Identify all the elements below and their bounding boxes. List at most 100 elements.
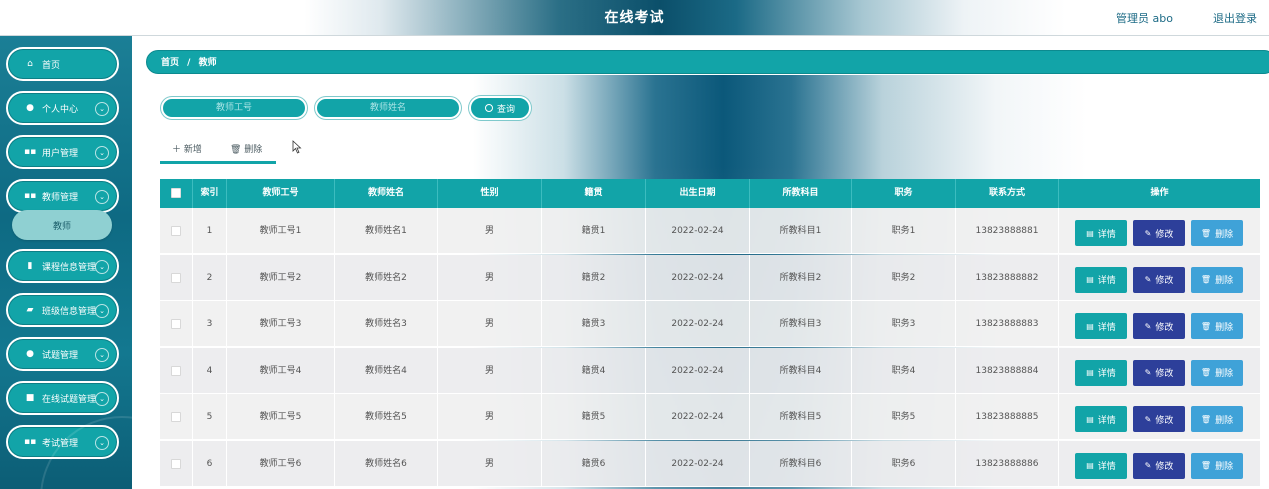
grid-icon: ▪▪ [24,191,37,201]
table-row: 2 教师工号2 教师姓名2 男 籍贯2 2022-02-24 所教科目2 职务2… [160,254,1260,301]
breadcrumb: 首页 / 教师 [146,50,1269,74]
cell-position: 职务1 [852,208,956,254]
cell-gender: 男 [438,208,542,254]
column-header: 操作 [1150,188,1169,198]
cell-hometown: 籍贯6 [542,440,646,487]
trash-icon: 🗑 [1200,321,1212,331]
detail-button[interactable]: ▤ 详情 [1075,220,1127,246]
row-checkbox[interactable] [171,319,181,329]
delete-button[interactable]: 🗑 删除 [1191,313,1243,339]
sidebar-item-label: 课程信息管理 [42,262,97,273]
detail-button[interactable]: ▤ 详情 [1075,452,1127,479]
clipboard-icon: ▮ [27,261,33,271]
row-checkbox[interactable] [171,458,181,469]
cell-birth-date: 2022-02-24 [646,301,750,347]
document-icon: ▤ [1086,228,1094,238]
edit-button-label: 修改 [1155,369,1174,379]
detail-button-label: 详情 [1097,369,1116,379]
sidebar-item-label: 班级信息管理 [42,306,97,317]
detail-button[interactable]: ▤ 详情 [1075,266,1127,293]
cell-phone: 13823888885 [956,394,1059,440]
cell-teacher-name: 教师姓名3 [335,301,438,347]
edit-button[interactable]: ✎ 修改 [1133,220,1185,246]
chevron-down-icon: ⌄ [95,102,109,116]
thumb-icon: ▰ [26,305,34,315]
app-title: 在线考试 [604,10,665,26]
cell-teacher-id: 教师工号2 [227,254,335,301]
sidebar-item-exams[interactable]: ▪▪ 考试管理 ⌄ [6,425,119,459]
column-header: 所教科目 [750,179,852,208]
cell-hometown: 籍贯4 [542,347,646,394]
table-row: 1 教师工号1 教师姓名1 男 籍贯1 2022-02-24 所教科目1 职务1… [160,208,1260,254]
column-header: 性别 [438,179,542,208]
edit-button[interactable]: ✎ 修改 [1133,359,1185,386]
row-checkbox[interactable] [171,412,181,422]
edit-button[interactable]: ✎ 修改 [1133,452,1185,479]
doc-icon: ■ [25,393,35,403]
edit-button[interactable]: ✎ 修改 [1133,313,1185,339]
breadcrumb-home[interactable]: 首页 [161,58,179,68]
detail-button[interactable]: ▤ 详情 [1075,359,1127,386]
cell-phone: 13823888882 [956,254,1059,301]
pencil-icon: ✎ [1144,368,1152,377]
document-icon: ▤ [1086,321,1094,331]
document-icon: ▤ [1086,368,1094,377]
sidebar-item-teachers[interactable]: ▪▪ 教师管理 ⌄ [6,179,119,213]
detail-button[interactable]: ▤ 详情 [1075,313,1127,339]
delete-button[interactable]: 🗑 删除 [1191,220,1243,246]
row-checkbox[interactable] [171,365,181,376]
batch-delete-button[interactable]: 🗑 删除 [230,142,262,155]
detail-button-label: 详情 [1097,415,1116,426]
edit-button[interactable]: ✎ 修改 [1133,266,1185,293]
cell-index: 4 [193,347,227,394]
sidebar-item-online-questions[interactable]: ■ 在线试题管理 ⌄ [6,381,119,415]
cell-gender: 男 [438,301,542,347]
sidebar-item-questions[interactable]: ● 试题管理 ⌄ [6,337,119,371]
home-icon: ⌂ [27,59,33,69]
cell-teacher-name: 教师姓名1 [335,208,438,254]
teacher-name-search-input[interactable] [315,97,461,119]
cell-hometown: 籍贯2 [542,254,646,301]
logout-link[interactable]: 退出登录 [1213,10,1257,26]
sidebar-item-classes[interactable]: ▰ 班级信息管理 ⌄ [6,293,119,327]
edit-button[interactable]: ✎ 修改 [1133,406,1185,432]
detail-button-label: 详情 [1097,229,1116,240]
detail-button[interactable]: ▤ 详情 [1075,406,1127,432]
add-button[interactable]: ＋ 新增 [172,142,202,155]
cell-index: 6 [193,440,227,487]
sidebar-item-courses[interactable]: ▮ 课程信息管理 ⌄ [6,249,119,283]
teacher-id-search-input[interactable] [161,97,307,119]
plus-icon: ＋ [172,145,184,155]
top-header: 在线考试 管理员 abo 退出登录 [0,0,1269,36]
sidebar-subitem-teacher[interactable]: 教师 [12,210,112,240]
sidebar-item-label: 试题管理 [42,350,79,361]
sidebar-item-label: 考试管理 [42,438,79,449]
column-header: 职务 [852,179,956,208]
table-row: 6 教师工号6 教师姓名6 男 籍贯6 2022-02-24 所教科目6 职务6… [160,440,1260,487]
row-checkbox[interactable] [171,226,181,236]
edit-button-label: 修改 [1155,229,1174,240]
select-all-checkbox[interactable] [171,188,181,198]
delete-button[interactable]: 🗑 删除 [1191,359,1243,386]
sidebar-item-users[interactable]: ▪▪ 用户管理 ⌄ [6,135,119,169]
cell-gender: 男 [438,347,542,394]
delete-button[interactable]: 🗑 删除 [1191,452,1243,479]
sidebar-item-home[interactable]: ⌂ 首页 [6,47,119,81]
detail-button-label: 详情 [1097,276,1116,286]
pencil-icon: ✎ [1144,414,1152,424]
detail-button-label: 详情 [1097,462,1116,472]
cell-birth-date: 2022-02-24 [646,347,750,394]
cell-phone: 13823888883 [956,301,1059,347]
query-button-label: 查询 [496,104,515,115]
column-header: 教师姓名 [335,179,438,208]
cell-birth-date: 2022-02-24 [646,254,750,301]
row-checkbox[interactable] [171,272,181,283]
delete-button[interactable]: 🗑 删除 [1191,406,1243,432]
delete-button[interactable]: 🗑 删除 [1191,266,1243,293]
action-bar: ＋ 新增 🗑 删除 [160,138,276,164]
chevron-down-icon: ⌄ [95,436,109,450]
sidebar-item-profile[interactable]: ● 个人中心 ⌄ [6,91,119,125]
edit-button-label: 修改 [1155,415,1174,426]
cell-teacher-name: 教师姓名4 [335,347,438,394]
query-button[interactable]: 查询 [469,96,531,120]
